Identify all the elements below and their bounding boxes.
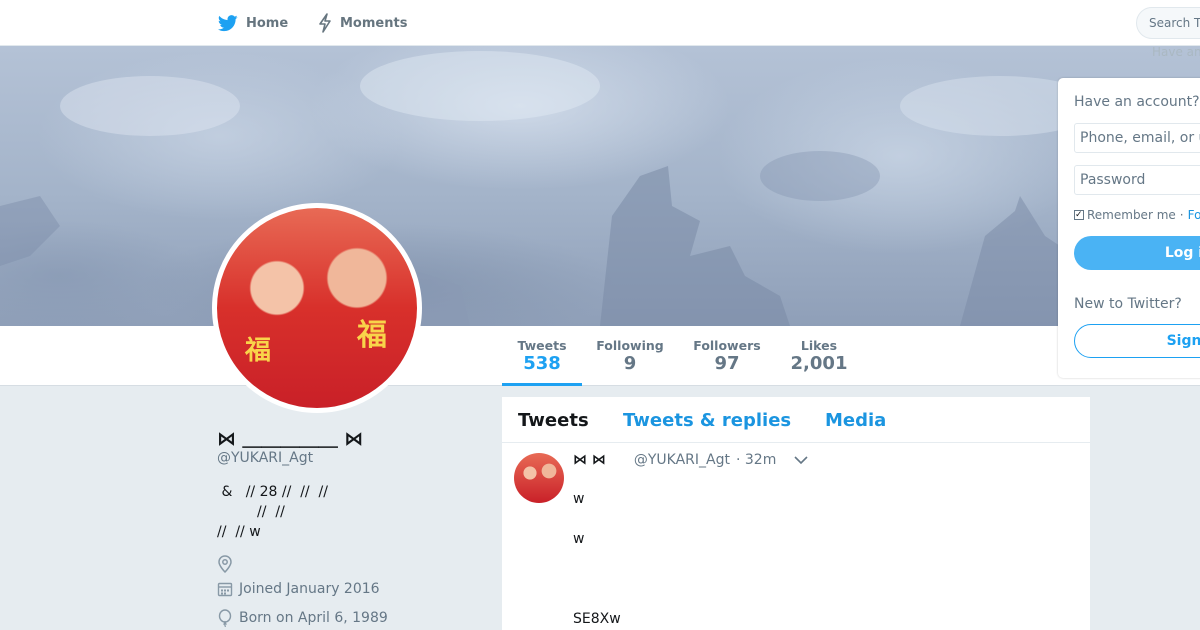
calendar-icon xyxy=(217,582,233,597)
remember-separator: · xyxy=(1179,208,1184,222)
stat-followers-value: 97 xyxy=(714,353,740,374)
profile-handle[interactable]: @YUKARI_Agt xyxy=(217,450,313,466)
stat-following[interactable]: Following 9 xyxy=(590,326,670,386)
timeline: Tweets Tweets & replies Media ⋈ ⋈ @YUKAR… xyxy=(502,397,1090,630)
nav-moments-label: Moments xyxy=(340,15,408,31)
tab-tweets-replies[interactable]: Tweets & replies xyxy=(623,410,791,431)
timeline-tabs: Tweets Tweets & replies Media xyxy=(502,397,1090,443)
remember-label: Remember me xyxy=(1087,208,1176,222)
forgot-password-link[interactable]: Fo xyxy=(1188,208,1200,222)
tab-media[interactable]: Media xyxy=(825,410,886,431)
profile-joined-text: Joined January 2016 xyxy=(239,581,380,597)
login-button[interactable]: Log i xyxy=(1074,236,1200,270)
profile-joined: Joined January 2016 xyxy=(217,581,380,597)
top-navigation: Home Moments Search T xyxy=(0,0,1200,46)
tweet-avatar[interactable] xyxy=(514,453,564,503)
remember-checkbox[interactable]: ✓ xyxy=(1074,210,1084,220)
login-question: Have an account? xyxy=(1074,94,1200,110)
password-field[interactable] xyxy=(1074,165,1200,195)
stat-followers[interactable]: Followers 97 xyxy=(687,326,767,386)
nav-home[interactable]: Home xyxy=(218,0,288,46)
chevron-down-icon xyxy=(794,455,808,464)
stat-followers-label: Followers xyxy=(693,338,761,353)
stat-tweets-label: Tweets xyxy=(517,338,567,353)
tweet-menu-button[interactable] xyxy=(794,455,808,465)
tweet-text-line: w xyxy=(573,491,585,507)
tweet-header: ⋈ ⋈ @YUKARI_Agt · 32m xyxy=(573,452,808,468)
profile-avatar[interactable]: 福 福 xyxy=(212,203,422,413)
profile-stats-bar: Tweets 538 Following 9 Followers 97 Like… xyxy=(0,326,1200,386)
profile-banner xyxy=(0,46,1200,326)
stat-following-value: 9 xyxy=(623,353,637,374)
have-account-hint: Have an xyxy=(1152,45,1200,59)
banner-snow-texture xyxy=(0,51,1100,326)
new-to-twitter-label: New to Twitter? xyxy=(1074,296,1182,312)
tweet-author-name[interactable]: ⋈ ⋈ xyxy=(573,452,606,468)
stat-likes-value: 2,001 xyxy=(790,353,848,374)
profile-location xyxy=(217,555,239,573)
avatar-mark-right: 福 xyxy=(357,318,387,353)
profile-born: Born on April 6, 1989 xyxy=(217,609,388,627)
balloon-icon xyxy=(218,609,232,627)
stat-tweets-value: 538 xyxy=(523,353,561,374)
nav-home-label: Home xyxy=(246,15,289,31)
login-panel: Have an account? ✓ Remember me · Fo Log … xyxy=(1058,78,1200,378)
profile-born-text: Born on April 6, 1989 xyxy=(239,610,388,626)
stat-likes-label: Likes xyxy=(800,338,838,353)
stat-tweets[interactable]: Tweets 538 xyxy=(502,326,582,386)
remember-row: ✓ Remember me · Fo xyxy=(1074,208,1200,222)
twitter-bird-icon xyxy=(218,14,238,31)
signup-button[interactable]: Sign xyxy=(1074,324,1200,358)
tweet-text-line: SE8Xw xyxy=(573,611,621,627)
tab-tweets[interactable]: Tweets xyxy=(518,410,589,431)
tweet-author-handle[interactable]: @YUKARI_Agt xyxy=(634,452,730,468)
tweet-text-line: w xyxy=(573,531,585,547)
stat-likes[interactable]: Likes 2,001 xyxy=(785,326,853,386)
stat-following-label: Following xyxy=(596,338,664,353)
avatar-mark-left: 福 xyxy=(245,336,272,366)
lightning-icon xyxy=(319,13,331,33)
nav-moments[interactable]: Moments xyxy=(318,0,407,46)
tweet-timestamp[interactable]: · 32m xyxy=(736,452,776,468)
profile-name: ⋈ ＿＿＿＿＿ ⋈ xyxy=(217,428,364,450)
location-pin-icon xyxy=(218,555,232,573)
search-input[interactable]: Search T xyxy=(1136,7,1200,39)
profile-bio: & // 28 // // // // // // // w xyxy=(217,484,328,540)
username-field[interactable] xyxy=(1074,123,1200,153)
